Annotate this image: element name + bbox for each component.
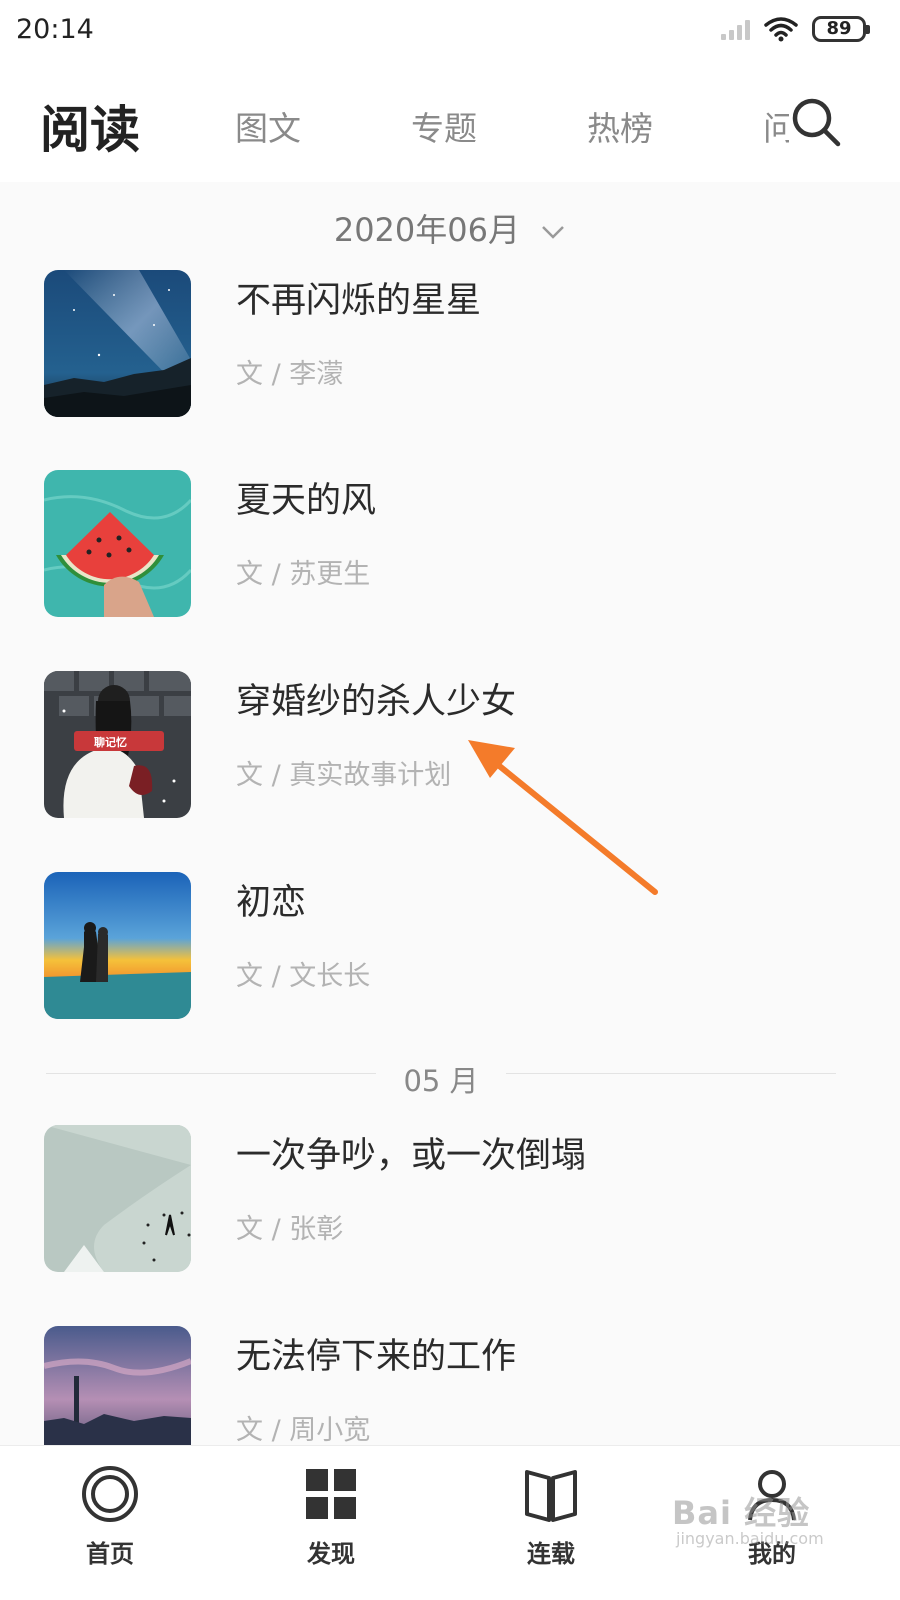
article-author: 文 / 张彰 [236,1214,344,1245]
tab-serial[interactable]: 连载 [491,1464,611,1569]
article-list[interactable]: 2020年06月 不再闪烁的星星 文 / 李濛 夏天的风 文 / 苏更生 聊记忆… [0,0,900,1445]
book-icon [525,1470,577,1522]
article-item[interactable]: 一次争吵，或一次倒塌 文 / 张彰 [0,1125,900,1273]
month-picker-label: 2020年06月 [333,211,520,249]
article-thumbnail [44,270,191,417]
article-item[interactable]: 夏天的风 文 / 苏更生 [0,470,900,618]
article-author: 文 / 李濛 [236,359,344,390]
tab-question[interactable]: 问 [763,102,789,150]
tab-home-label: 首页 [86,1540,134,1568]
article-thumbnail [44,470,191,617]
header: 阅读 图文 专题 热榜 问 [0,62,900,182]
section-divider: 05 月 [46,1058,836,1098]
tab-home[interactable]: 首页 [50,1464,170,1569]
article-title[interactable]: 初恋 [236,874,306,925]
article-thumbnail [44,1125,191,1272]
search-icon[interactable] [788,94,844,150]
status-time: 20:14 [16,14,94,45]
article-author: 文 / 苏更生 [236,559,371,590]
tab-discover-label: 发现 [307,1540,355,1568]
article-title[interactable]: 一次争吵，或一次倒塌 [236,1127,586,1178]
article-thumbnail: 聊记忆 [44,671,191,818]
article-item[interactable]: 初恋 文 / 文长长 [0,872,900,1020]
thumbnail-overlay-text: 聊记忆 [94,736,127,749]
status-bar: 20:14 89 [0,0,900,62]
article-title[interactable]: 无法停下来的工作 [236,1328,516,1379]
watermark-url: jingyan.baidu.com [676,1529,824,1548]
tab-graphic[interactable]: 图文 [235,102,301,150]
wifi-icon [764,17,798,42]
chevron-down-icon [542,226,565,239]
article-author: 文 / 周小宽 [236,1415,371,1445]
article-item[interactable]: 不再闪烁的星星 文 / 李濛 [0,270,900,418]
article-author: 文 / 真实故事计划 [236,760,452,791]
article-title[interactable]: 不再闪烁的星星 [236,272,481,323]
tab-topic[interactable]: 专题 [411,102,477,150]
article-title[interactable]: 夏天的风 [236,472,376,523]
tab-serial-label: 连载 [527,1540,575,1568]
home-circle-icon [82,1466,138,1522]
tab-discover[interactable]: 发现 [271,1464,391,1569]
article-item[interactable]: 聊记忆 穿婚纱的杀人少女 文 / 真实故事计划 [0,671,900,819]
tab-hot[interactable]: 热榜 [587,102,653,150]
page-title: 阅读 [40,101,140,159]
watermark-logo: Bai 经验 [672,1494,811,1532]
article-author: 文 / 文长长 [236,961,371,992]
divider-line [506,1073,836,1074]
article-thumbnail [44,872,191,1019]
month-picker[interactable]: 2020年06月 [0,205,900,251]
article-item[interactable]: 无法停下来的工作 文 / 周小宽 [0,1326,900,1445]
grid-icon [306,1469,356,1519]
bottom-tab-bar: 首页 发现 连载 我的 Bai 经验 jingyan.baidu.com [0,1445,900,1600]
article-thumbnail [44,1326,191,1445]
article-title[interactable]: 穿婚纱的杀人少女 [236,673,516,724]
signal-icon [721,18,750,40]
battery-icon: 89 [812,16,870,42]
section-divider-label: 05 月 [403,1064,479,1098]
